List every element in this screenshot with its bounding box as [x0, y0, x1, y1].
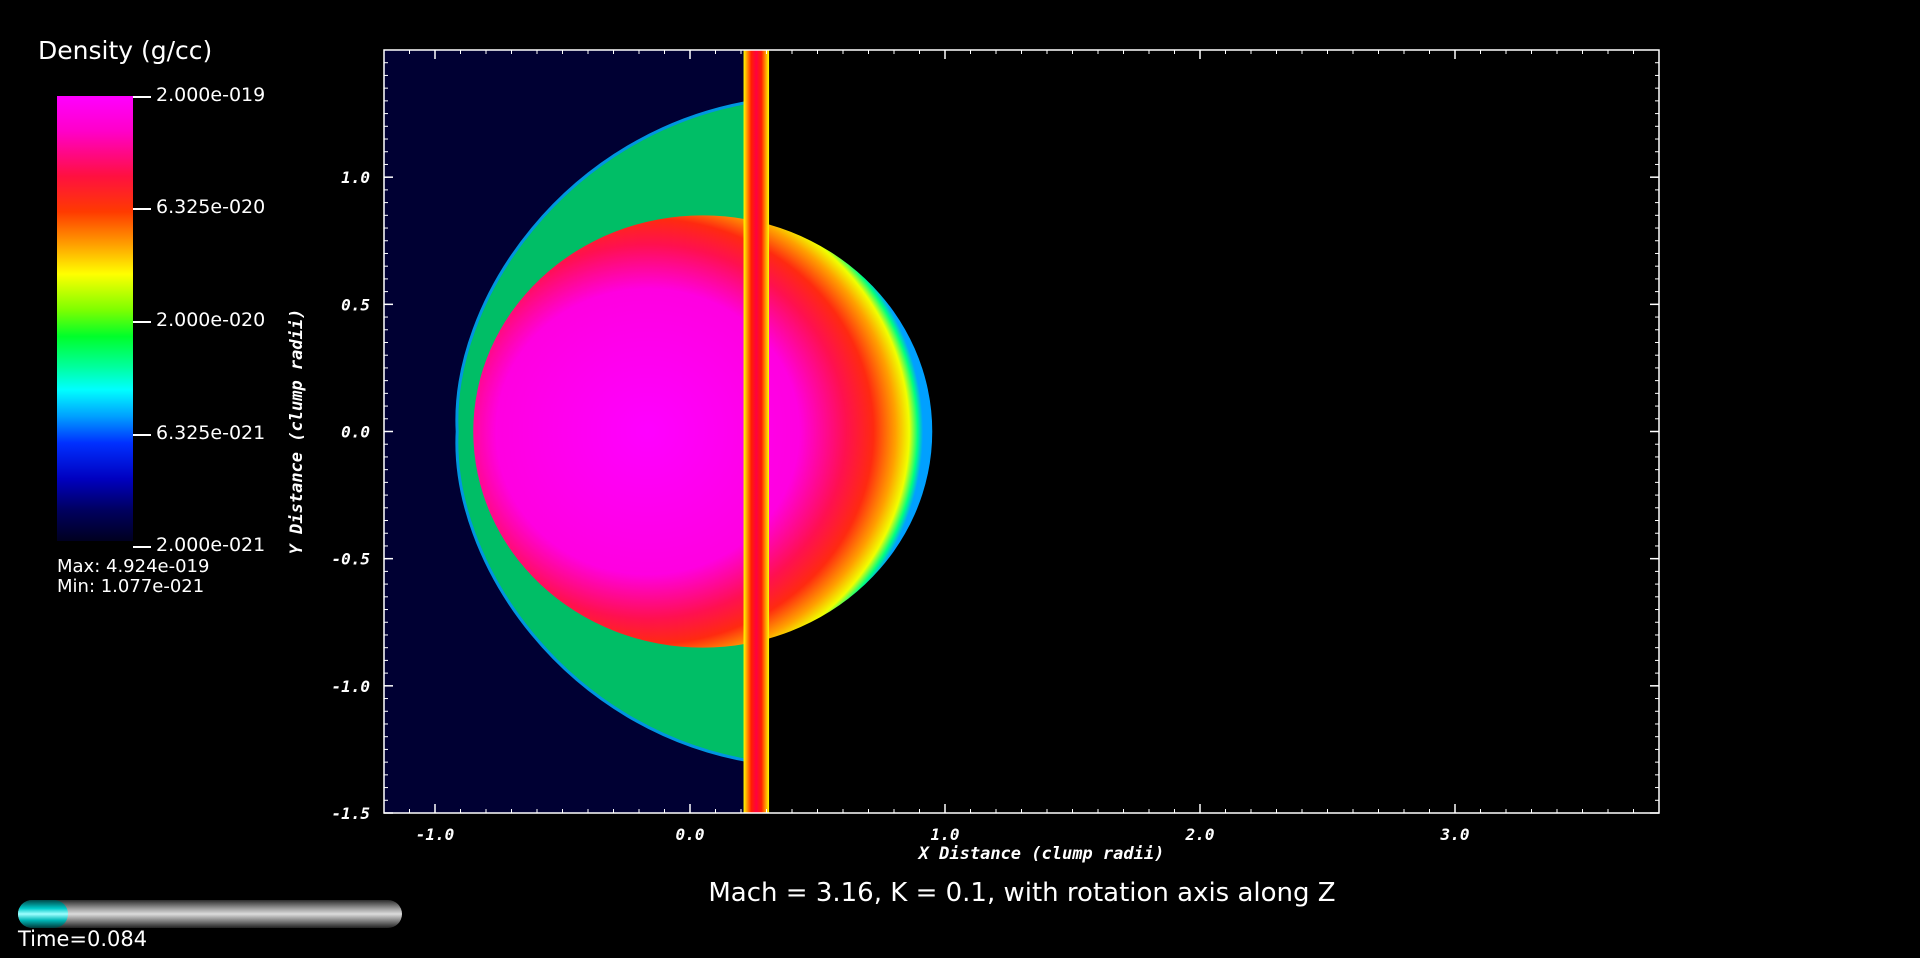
y-tick-label: -1.5 — [331, 804, 370, 823]
density-plot: -1.0 0.0 1.0 2.0 3.0 -1.5 -1.0 -0.5 0.0 0.5 1.0 X … — [287, 49, 1660, 864]
x-tick-label: 2.0 — [1185, 825, 1215, 844]
time-slider[interactable] — [18, 900, 402, 928]
x-tick-label: 3.0 — [1440, 825, 1470, 844]
x-tick-label: -1.0 — [416, 825, 455, 844]
x-tick-label: 0.0 — [676, 825, 705, 844]
y-axis-label: Y Distance (clump radii) — [287, 309, 307, 555]
vertical-filament — [743, 50, 770, 813]
y-tick-label: -0.5 — [331, 550, 370, 569]
y-tick-label: 0.5 — [341, 295, 370, 314]
x-axis-label: X Distance (clump radii) — [917, 844, 1165, 864]
y-tick-label: 0.0 — [341, 423, 370, 442]
clump — [473, 215, 933, 648]
x-tick-label: 1.0 — [931, 825, 960, 844]
time-label: Time=0.084 — [18, 927, 148, 951]
time-slider-fill — [18, 900, 68, 928]
y-tick-label: 1.0 — [341, 168, 370, 187]
y-tick-label: -1.0 — [331, 677, 370, 696]
